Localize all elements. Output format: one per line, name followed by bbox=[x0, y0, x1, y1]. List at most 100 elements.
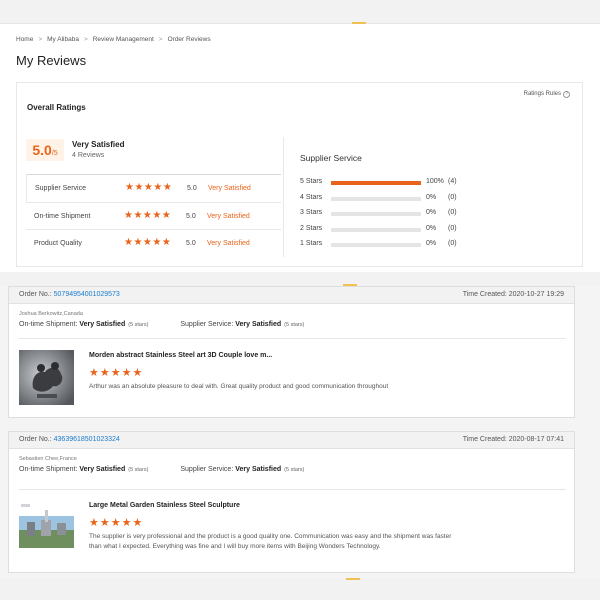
distribution-percent: 100% bbox=[426, 178, 444, 185]
distribution-bar bbox=[331, 227, 421, 232]
time-created: Time Created: 2020-08-17 07:41 bbox=[462, 436, 564, 443]
distribution-percent: 0% bbox=[426, 240, 437, 247]
rating-metrics: Supplier Service ★★★★★ 5.0 Very Satisfie… bbox=[26, 174, 281, 257]
product-thumbnail[interactable] bbox=[19, 502, 74, 557]
order-number-label: Order No.: bbox=[19, 436, 52, 443]
distribution-count: (0) bbox=[448, 224, 457, 232]
distribution-label: 2 Stars bbox=[300, 224, 323, 232]
service-value: Very Satisfied bbox=[235, 466, 282, 473]
product-title[interactable]: Morden abstract Stainless Steel art 3D C… bbox=[89, 352, 272, 359]
top-strip bbox=[0, 0, 600, 24]
order-review-card: Order No.: 50794954001029573 Time Create… bbox=[8, 286, 575, 418]
supplier-service-title: Supplier Service bbox=[300, 153, 362, 163]
distribution-percent: 0% bbox=[426, 209, 437, 216]
shipment-stars: (5 stars) bbox=[128, 467, 149, 473]
star-rating-icon: ★★★★★ bbox=[124, 237, 172, 248]
overall-score-label: Very Satisfied bbox=[72, 140, 125, 149]
distribution-bar bbox=[331, 181, 421, 185]
breadcrumb-order-reviews: Order Reviews bbox=[167, 36, 211, 43]
metric-desc: Very Satisfied bbox=[208, 185, 251, 192]
distribution-label: 5 Stars bbox=[300, 178, 323, 185]
bottom-band bbox=[0, 578, 600, 600]
metric-name: Supplier Service bbox=[35, 185, 86, 192]
metric-on-time-shipment: On-time Shipment ★★★★★ 5.0 Very Satisfie… bbox=[26, 201, 281, 230]
order-header: Order No.: 50794954001029573 Time Create… bbox=[9, 287, 574, 304]
product-title[interactable]: Large Metal Garden Stainless Steel Sculp… bbox=[89, 502, 240, 509]
distribution-row: 5 Stars 100% (4) bbox=[300, 178, 480, 194]
breadcrumb-review-management[interactable]: Review Management bbox=[93, 36, 154, 43]
distribution-bar bbox=[331, 196, 421, 201]
chevron-right-icon: > bbox=[38, 36, 43, 43]
metric-value: 5.0 bbox=[187, 185, 197, 192]
buyer-name: Sebastien Chee,France bbox=[19, 456, 77, 462]
rating-summary: On-time Shipment: Very Satisfied (5 stars… bbox=[19, 466, 304, 473]
buyer-name: Joshua Berkowitz,Canada bbox=[19, 311, 83, 317]
distribution-percent: 0% bbox=[426, 193, 437, 201]
order-number: Order No.: 50794954001029573 bbox=[19, 291, 120, 298]
star-rating-icon: ★★★★★ bbox=[89, 367, 144, 379]
order-number: Order No.: 43639618501023324 bbox=[19, 436, 120, 443]
shipment-stars: (5 stars) bbox=[128, 322, 149, 328]
chevron-right-icon: > bbox=[83, 36, 88, 43]
order-review-card: Order No.: 43639618501023324 Time Create… bbox=[8, 431, 575, 573]
distribution-row: 3 Stars 0% (0) bbox=[300, 209, 480, 225]
distribution-bar bbox=[331, 243, 421, 247]
service-stars: (5 stars) bbox=[284, 467, 305, 473]
time-created: Time Created: 2020-10-27 19:29 bbox=[462, 291, 564, 298]
shipment-label: On-time Shipment: bbox=[19, 466, 78, 473]
overall-score: 5.0 bbox=[32, 142, 52, 158]
order-header: Order No.: 43639618501023324 Time Create… bbox=[9, 432, 574, 449]
overall-score-badge: 5.0/5 bbox=[26, 139, 64, 161]
distribution-label: 4 Stars bbox=[300, 193, 323, 201]
overall-ratings-heading: Overall Ratings bbox=[27, 103, 86, 112]
distribution-label: 3 Stars bbox=[300, 209, 323, 216]
metric-product-quality: Product Quality ★★★★★ 5.0 Very Satisfied bbox=[26, 229, 281, 257]
distribution-row: 1 Stars 0% (0) bbox=[300, 240, 480, 256]
shipment-value: Very Satisfied bbox=[79, 321, 126, 328]
distribution-count: (4) bbox=[448, 178, 457, 185]
breadcrumb-home[interactable]: Home bbox=[16, 36, 33, 43]
distribution-count: (0) bbox=[448, 240, 457, 247]
review-count: 4 Reviews bbox=[72, 152, 105, 159]
breadcrumb: Home > My Alibaba > Review Management > Order … bbox=[16, 36, 211, 43]
distribution-row: 4 Stars 0% (0) bbox=[300, 194, 480, 210]
rating-summary: On-time Shipment: Very Satisfied (5 stars… bbox=[19, 321, 304, 328]
service-stars: (5 stars) bbox=[284, 322, 305, 328]
review-text: The supplier is very professional and th… bbox=[89, 533, 452, 550]
metric-desc: Very Satisfied bbox=[207, 240, 250, 247]
chevron-right-icon: > bbox=[158, 36, 163, 43]
distribution-label: 1 Stars bbox=[300, 240, 323, 247]
service-value: Very Satisfied bbox=[235, 321, 282, 328]
divider bbox=[19, 338, 566, 339]
metric-value: 5.0 bbox=[186, 212, 196, 220]
strip-marker bbox=[346, 578, 360, 580]
order-number-link[interactable]: 50794954001029573 bbox=[54, 291, 120, 298]
metric-supplier-service: Supplier Service ★★★★★ 5.0 Very Satisfie… bbox=[26, 174, 281, 202]
metric-desc: Very Satisfied bbox=[207, 212, 250, 220]
page-title: My Reviews bbox=[16, 53, 87, 68]
divider bbox=[19, 489, 566, 490]
product-thumbnail[interactable] bbox=[19, 350, 74, 405]
column-divider bbox=[283, 137, 284, 257]
order-number-label: Order No.: bbox=[19, 291, 52, 298]
distribution-bar bbox=[331, 212, 421, 216]
score-out-of: /5 bbox=[51, 150, 58, 157]
section-gap bbox=[0, 272, 600, 286]
star-rating-icon: ★★★★★ bbox=[124, 209, 172, 221]
ratings-rules-link[interactable]: Ratings Rules? bbox=[524, 91, 570, 98]
metric-name: Product Quality bbox=[34, 240, 82, 247]
distribution-fill bbox=[331, 181, 421, 185]
help-icon: ? bbox=[563, 91, 570, 98]
metric-name: On-time Shipment bbox=[34, 212, 91, 220]
star-distribution: 5 Stars 100% (4) 4 Stars 0% (0) 3 Stars … bbox=[300, 178, 480, 256]
distribution-count: (0) bbox=[448, 193, 457, 201]
ratings-rules-label: Ratings Rules bbox=[523, 91, 561, 97]
breadcrumb-my-alibaba[interactable]: My Alibaba bbox=[47, 36, 79, 43]
distribution-percent: 0% bbox=[426, 224, 437, 232]
shipment-label: On-time Shipment: bbox=[19, 321, 78, 328]
distribution-count: (0) bbox=[448, 209, 457, 216]
order-number-link[interactable]: 43639618501023324 bbox=[54, 436, 120, 443]
service-label: Supplier Service: bbox=[180, 466, 234, 473]
shipment-value: Very Satisfied bbox=[79, 466, 126, 473]
star-rating-icon: ★★★★★ bbox=[89, 517, 144, 529]
